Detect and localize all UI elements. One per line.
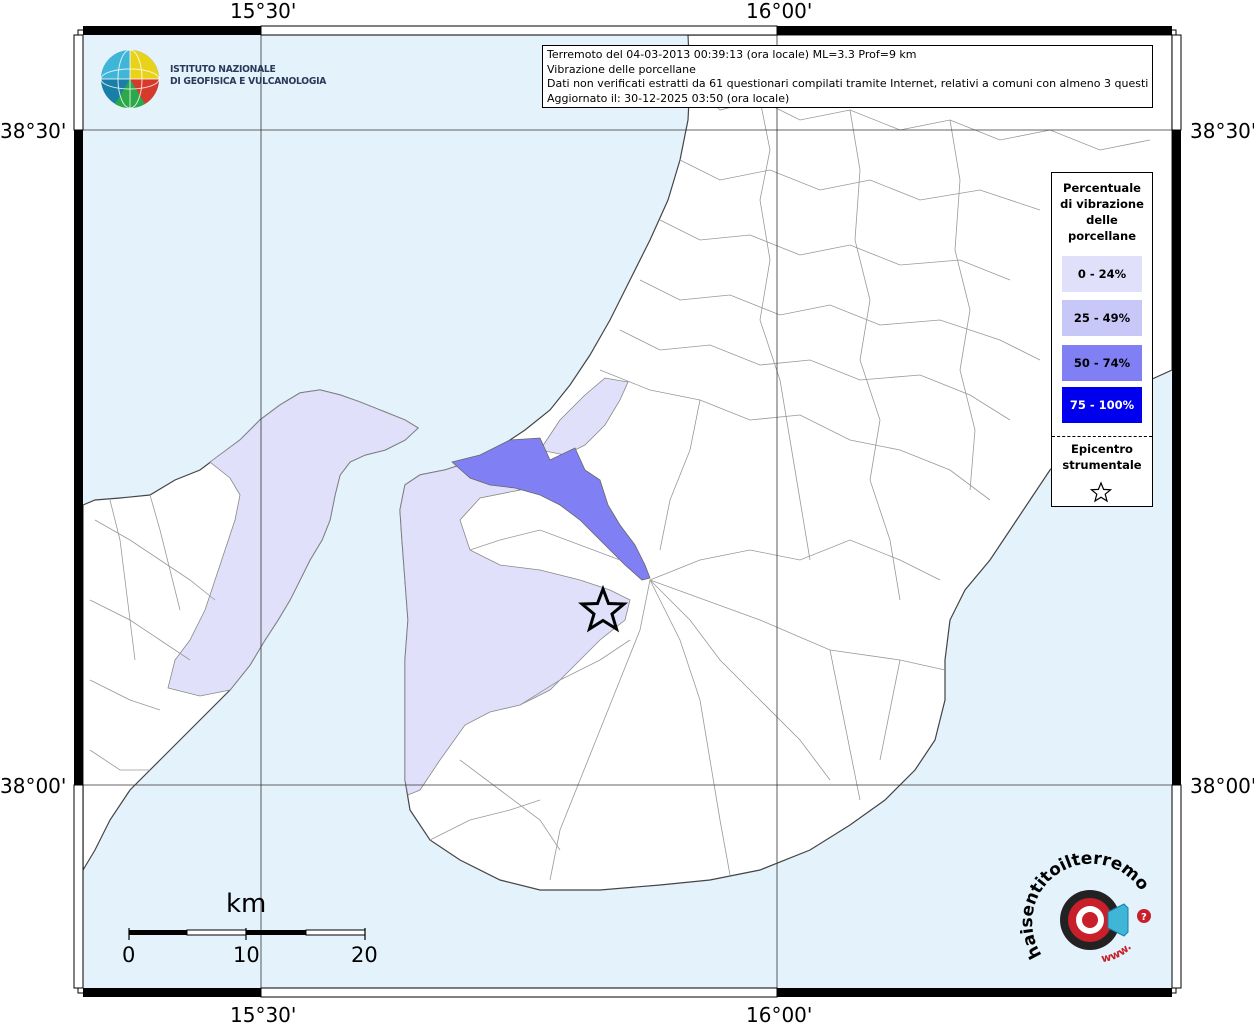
right-lat-label-1: 38°30' [1190,119,1254,143]
legend-item-75-100: 75 - 100% [1062,387,1142,423]
ingv-name-line2: DI GEOFISICA E VULCANOLOGIA [170,76,327,87]
scale-unit-label: km [226,889,267,919]
scale-tick-20: 20 [351,943,378,967]
legend-item-25-49: 25 - 49% [1062,300,1142,336]
haisentito-logo: haisentitoilterremoto.it www. ? [1014,835,1170,980]
bottom-lon-label-1: 15°30' [230,1003,297,1027]
data-source-note: Dati non verificati estratti da 61 quest… [547,77,1148,90]
legend-title-line: di vibrazione [1060,197,1144,211]
legend-epicenter-label: Epicentro strumentale [1052,441,1152,473]
bottom-lon-label-2: 16°00' [746,1003,813,1027]
legend-epicenter-line: strumentale [1062,458,1142,472]
scale-tick-10: 10 [233,943,260,967]
event-info-box: Terremoto del 04-03-2013 00:39:13 (ora l… [542,45,1153,108]
top-lon-label-1: 15°30' [230,0,297,23]
legend: Percentuale di vibrazione delle porcella… [1051,172,1153,507]
map-parameter: Vibrazione delle porcellane [547,62,696,76]
star-outline-icon [1090,481,1112,503]
top-lon-label-2: 16°00' [746,0,813,23]
ingv-logo-icon [100,49,160,109]
legend-epicenter-line: Epicentro [1071,442,1133,456]
ingv-logo-text: ISTITUTO NAZIONALE DI GEOFISICA E VULCAN… [170,64,326,88]
legend-title-line: delle [1086,213,1118,227]
legend-item-0-24: 0 - 24% [1062,256,1142,292]
legend-title-line: Percentuale [1063,181,1141,195]
event-title: Terremoto del 04-03-2013 00:39:13 (ora l… [547,48,917,61]
ingv-name-line1: ISTITUTO NAZIONALE [170,64,276,75]
left-lat-label-1: 38°30' [0,119,67,143]
scale-tick-0: 0 [122,943,136,967]
left-lat-label-2: 38°00' [0,774,67,798]
legend-title-line: porcellane [1067,229,1137,243]
updated-timestamp: Aggiornato il: 30-12-2025 03:50 (ora loc… [547,91,790,105]
haisentito-logo-icon: haisentitoilterremoto.it www. ? [1014,835,1153,965]
legend-divider [1052,436,1152,437]
right-lat-label-2: 38°00' [1190,774,1254,798]
legend-item-50-74: 50 - 74% [1062,345,1142,381]
svg-text:?: ? [1141,912,1147,923]
legend-title: Percentuale di vibrazione delle porcella… [1052,180,1152,244]
ingv-logo: ISTITUTO NAZIONALE DI GEOFISICA E VULCAN… [100,48,326,110]
